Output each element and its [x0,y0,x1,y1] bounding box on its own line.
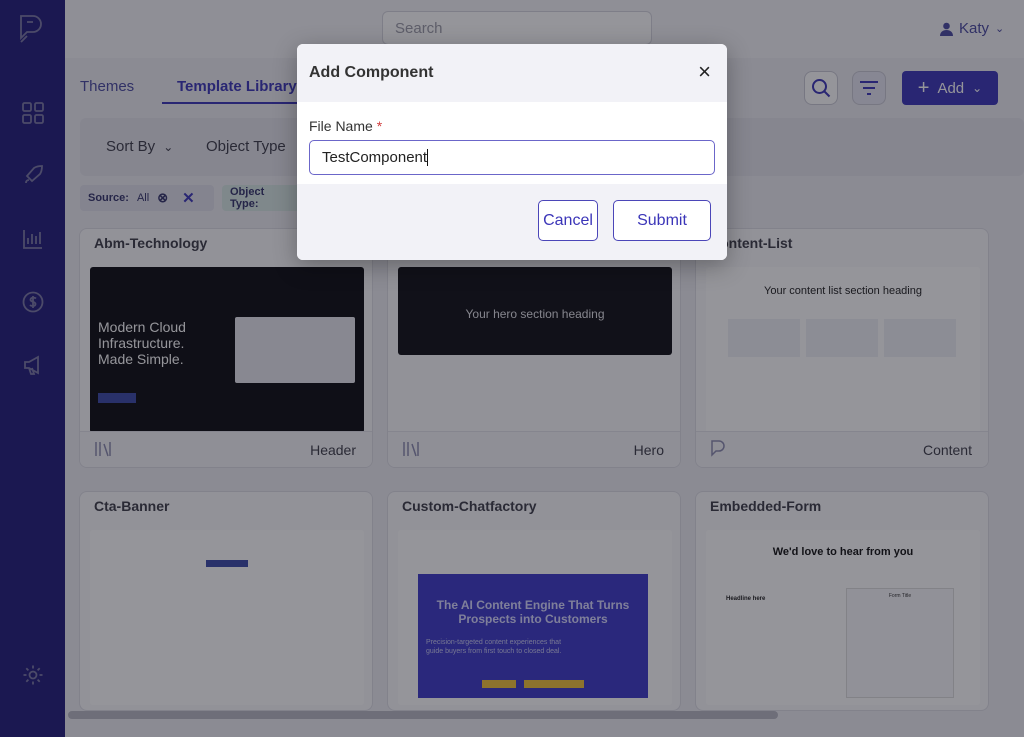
file-name-label: File Name * [309,118,383,134]
dialog-title: Add Component [309,64,434,81]
file-name-input[interactable]: TestComponent [309,140,715,175]
cancel-button[interactable]: Cancel [538,200,598,241]
required-indicator: * [376,118,383,134]
close-icon[interactable]: × [698,61,711,83]
text-cursor [427,149,429,166]
dialog-header: Add Component [297,44,727,102]
submit-button[interactable]: Submit [613,200,711,241]
dialog-footer: Cancel Submit [297,184,727,260]
add-component-dialog: Add Component × File Name * TestComponen… [297,44,727,260]
